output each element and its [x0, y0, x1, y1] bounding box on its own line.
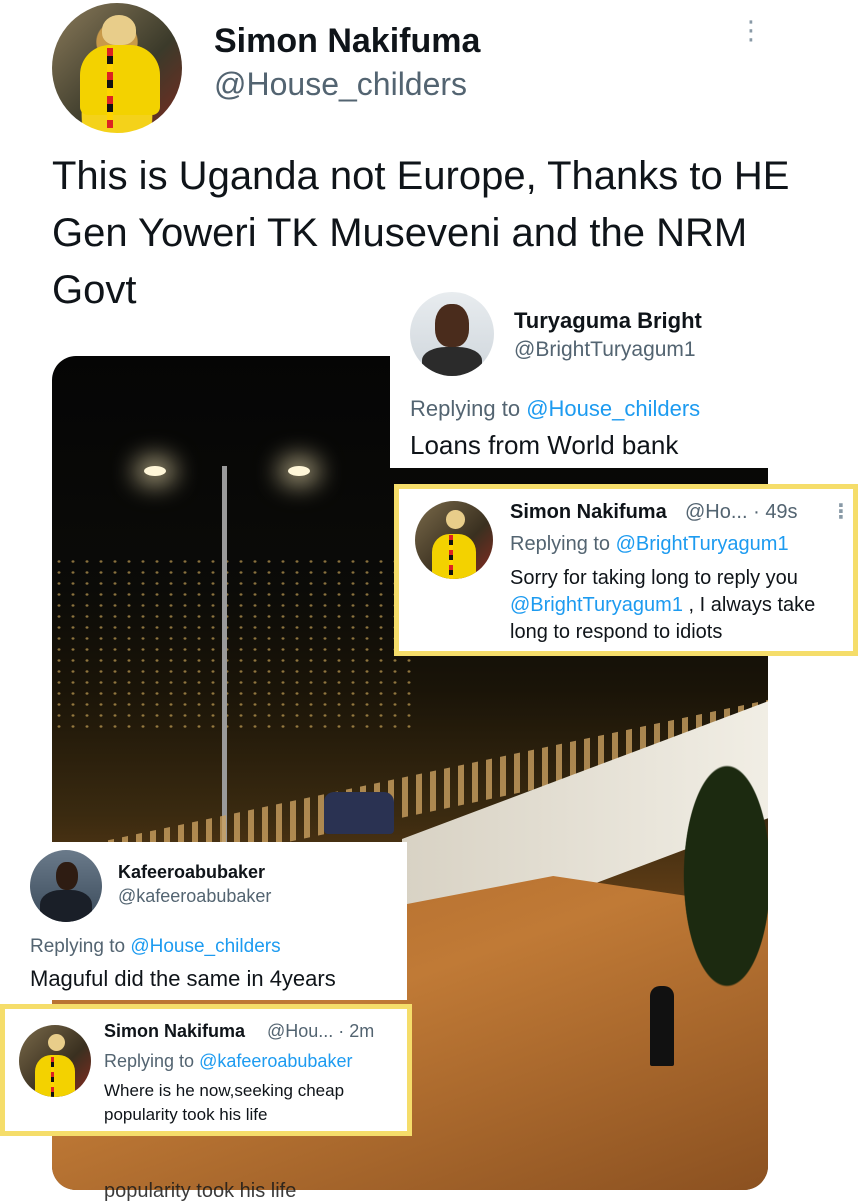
simon-avatar[interactable] [19, 1025, 91, 1097]
replying-to-label: Replying to [30, 936, 126, 957]
replying-to-mention[interactable]: @BrightTuryagum1 [616, 533, 789, 555]
avatar-staff [50, 1056, 55, 1097]
reply-text: Maguful did the same in 4years [30, 966, 336, 991]
avatar-face [435, 303, 469, 348]
photo-car [324, 792, 394, 834]
reply-author-handle[interactable]: @kafeeroabubaker [118, 886, 271, 907]
bright-avatar[interactable] [410, 292, 494, 376]
replying-to-line: Replying to @House_childers [30, 936, 281, 958]
photo-pedestrian [650, 986, 674, 1066]
replying-to-mention[interactable]: @House_childers [526, 396, 700, 421]
replying-to-line: Replying to @kafeeroabubaker [104, 1051, 352, 1072]
kafeero-avatar[interactable] [30, 850, 102, 922]
avatar-face [102, 15, 136, 45]
photo-city-lights [52, 556, 412, 736]
avatar-body [80, 45, 160, 115]
avatar-body [432, 533, 476, 579]
reply-author-handle[interactable]: @BrightTuryagum1 [514, 338, 696, 362]
reply-card-kafeero[interactable]: Kafeeroabubaker @kafeeroabubaker Replyin… [0, 842, 407, 1000]
replying-to-line: Replying to @House_childers [410, 396, 700, 422]
reply-handle-time[interactable]: @Hou... · 2m [267, 1021, 374, 1042]
replying-to-line: Replying to @BrightTuryagum1 [510, 533, 789, 556]
photo-lamp-left [144, 466, 166, 476]
reply-handle-time[interactable]: @Ho... · 49s [685, 501, 798, 524]
replying-to-label: Replying to [410, 396, 521, 421]
avatar-staff [107, 48, 113, 128]
replying-to-label: Replying to [104, 1051, 195, 1071]
replying-to-label: Replying to [510, 533, 611, 555]
avatar-body [40, 890, 92, 922]
more-options-icon[interactable]: ⋮ [738, 17, 764, 43]
avatar-body [34, 1055, 76, 1097]
photo-tree [672, 736, 768, 1016]
main-author-handle[interactable]: @House_childers [214, 66, 467, 103]
simon-avatar[interactable] [415, 501, 493, 579]
main-author-avatar[interactable] [52, 3, 182, 133]
avatar-body [421, 347, 483, 376]
replying-to-mention[interactable]: @House_childers [130, 936, 280, 957]
reply-card-bright[interactable]: Turyaguma Bright @BrightTuryagum1 Replyi… [390, 284, 790, 468]
reply-author-name[interactable]: Turyaguma Bright [514, 308, 702, 334]
reply-author-name[interactable]: Simon Nakifuma [510, 501, 667, 524]
reply-text-part1: Sorry for taking long to reply you [510, 567, 798, 589]
avatar-face [55, 861, 78, 891]
reply-author-name[interactable]: Simon Nakifuma [104, 1021, 245, 1042]
more-options-glyph: ⋮ [738, 15, 764, 45]
photo-lamp-right [288, 466, 310, 476]
reply-author-name[interactable]: Kafeeroabubaker [118, 862, 265, 883]
reply-text: Where is he now,seeking cheap popularity… [104, 1081, 345, 1124]
reply-card-simon-1[interactable]: Simon Nakifuma @Ho... · 49s ⋮ Replying t… [394, 484, 858, 656]
reply-card-simon-2[interactable]: Simon Nakifuma @Hou... · 2m Replying to … [0, 1004, 412, 1136]
avatar-face [446, 510, 465, 530]
avatar-face [47, 1033, 66, 1051]
avatar-staff [449, 535, 454, 579]
reply-text: Loans from World bank [410, 430, 679, 460]
reply-text: Sorry for taking long to reply you @Brig… [510, 565, 855, 646]
more-options-glyph: ⋮ [831, 501, 851, 523]
more-options-icon[interactable]: ⋮ [831, 499, 851, 524]
reply-text-mention[interactable]: @BrightTuryagum1 [510, 594, 683, 616]
replying-to-mention[interactable]: @kafeeroabubaker [199, 1051, 352, 1071]
main-author-name[interactable]: Simon Nakifuma [214, 22, 480, 61]
